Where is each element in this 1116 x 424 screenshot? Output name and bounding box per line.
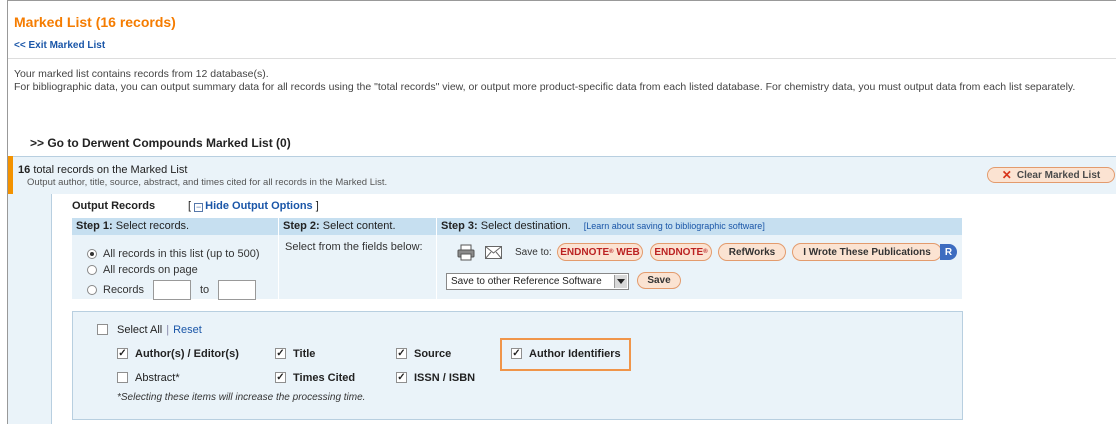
i-wrote-these-publications-button[interactable]: I Wrote These Publications bbox=[792, 243, 942, 261]
authors-checkbox[interactable]: ✓ bbox=[117, 348, 128, 359]
clear-marked-list-label: Clear Marked List bbox=[1016, 169, 1101, 181]
records-option-page[interactable]: All records on page bbox=[87, 264, 198, 276]
records-option-all[interactable]: All records in this list (up to 500) bbox=[87, 248, 260, 260]
abstract-label: Abstract* bbox=[135, 372, 180, 384]
chevron-down-icon[interactable] bbox=[614, 275, 627, 288]
radio-page[interactable] bbox=[87, 265, 97, 275]
intro-line-1: Your marked list contains records from 1… bbox=[14, 68, 269, 80]
records-option-range[interactable]: Records to bbox=[87, 280, 257, 300]
endnote-web-suffix: WEB bbox=[616, 246, 640, 258]
title-checkbox[interactable]: ✓ bbox=[275, 348, 286, 359]
collapse-icon: − bbox=[194, 202, 204, 212]
refworks-button[interactable]: RefWorks bbox=[718, 243, 786, 261]
step2-label: Step 2: bbox=[283, 220, 320, 232]
title-label: Title bbox=[293, 348, 316, 360]
records-option-page-label: All records on page bbox=[103, 264, 198, 276]
radio-all[interactable] bbox=[87, 249, 97, 259]
save-to-label: Save to: bbox=[515, 247, 552, 258]
step2-text: Select content. bbox=[322, 220, 396, 232]
step3-text: Select destination. bbox=[480, 220, 571, 232]
records-from-input[interactable] bbox=[152, 280, 191, 300]
separator: | bbox=[166, 324, 170, 336]
intro-text: Your marked list contains records from 1… bbox=[14, 68, 1110, 94]
page-title: Marked List (16 records) bbox=[14, 14, 176, 30]
learn-about-saving-link[interactable]: [Learn about saving to bibliographic sof… bbox=[584, 221, 765, 231]
step1-header: Step 1: Select records. bbox=[72, 218, 278, 235]
total-count: 16 bbox=[18, 164, 31, 176]
close-icon: ✕ bbox=[1001, 168, 1012, 182]
records-option-range-label: Records bbox=[103, 284, 144, 296]
reference-software-select[interactable]: Save to other Reference Software bbox=[446, 273, 629, 290]
step1-label: Step 1: bbox=[76, 220, 113, 232]
researcherid-badge[interactable]: R bbox=[940, 244, 957, 260]
total-records-line: 16 total records on the Marked List bbox=[18, 164, 187, 176]
radio-range[interactable] bbox=[87, 285, 97, 295]
source-label: Source bbox=[414, 348, 452, 360]
step3-label: Step 3: bbox=[441, 220, 478, 232]
select-all-label[interactable]: Select All bbox=[117, 324, 162, 336]
issn-checkbox[interactable]: ✓ bbox=[396, 372, 407, 383]
times-cited-checkbox[interactable]: ✓ bbox=[275, 372, 286, 383]
clear-marked-list-button[interactable]: ✕ Clear Marked List bbox=[987, 167, 1115, 183]
intro-line-2: For bibliographic data, you can output s… bbox=[14, 81, 1076, 93]
processing-time-note: *Selecting these items will increase the… bbox=[117, 392, 366, 403]
total-records-label: total records on the Marked List bbox=[33, 164, 188, 176]
step1-text: Select records. bbox=[115, 220, 190, 232]
records-to-input[interactable] bbox=[218, 280, 257, 300]
step2-header: Step 2: Select content. bbox=[279, 218, 436, 235]
authors-label: Author(s) / Editor(s) bbox=[135, 348, 239, 360]
times-cited-label: Times Cited bbox=[293, 372, 356, 384]
email-icon[interactable] bbox=[485, 246, 502, 259]
save-button[interactable]: Save bbox=[637, 272, 681, 289]
select-all-row: Select All | Reset bbox=[117, 324, 202, 336]
select-all-checkbox[interactable] bbox=[97, 324, 108, 335]
reset-link[interactable]: Reset bbox=[173, 324, 202, 336]
print-icon[interactable] bbox=[457, 244, 475, 261]
abstract-checkbox[interactable] bbox=[117, 372, 128, 383]
divider bbox=[8, 58, 1116, 59]
author-identifiers-highlight bbox=[500, 338, 631, 371]
endnote-button[interactable]: ENDNOTE ® bbox=[650, 243, 712, 261]
hide-output-options[interactable]: [ − Hide Output Options ] bbox=[188, 200, 319, 212]
source-checkbox[interactable]: ✓ bbox=[396, 348, 407, 359]
bracket-close: ] bbox=[315, 200, 319, 212]
records-to-label: to bbox=[199, 284, 210, 296]
exit-marked-list-link[interactable]: << Exit Marked List bbox=[14, 40, 105, 51]
hide-output-options-link[interactable]: Hide Output Options bbox=[205, 200, 313, 212]
step3-header: Step 3: Select destination. [Learn about… bbox=[437, 218, 962, 235]
panel-accent-bar bbox=[8, 156, 13, 194]
records-option-all-label: All records in this list (up to 500) bbox=[103, 248, 260, 260]
endnote-label: ENDNOTE bbox=[654, 246, 704, 258]
endnote-web-label: ENDNOTE bbox=[560, 246, 610, 258]
total-records-description: Output author, title, source, abstract, … bbox=[27, 177, 388, 188]
reference-software-value: Save to other Reference Software bbox=[451, 276, 602, 287]
bracket-open: [ bbox=[188, 200, 192, 212]
output-records-heading: Output Records bbox=[72, 200, 156, 212]
issn-label: ISSN / ISBN bbox=[414, 372, 476, 384]
endnote-web-button[interactable]: ENDNOTE ® WEB bbox=[557, 243, 643, 261]
derwent-compounds-link[interactable]: >> Go to Derwent Compounds Marked List (… bbox=[30, 136, 291, 150]
select-fields-text: Select from the fields below: bbox=[285, 241, 423, 253]
